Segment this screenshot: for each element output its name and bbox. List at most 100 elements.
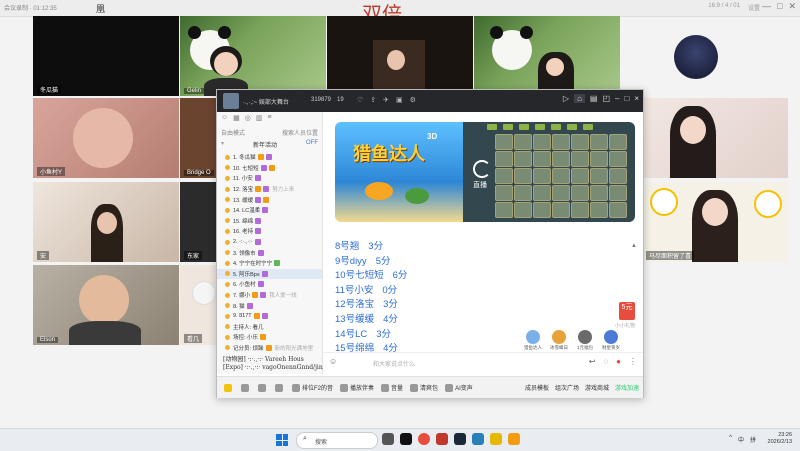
start-icon[interactable] bbox=[276, 434, 288, 446]
gift-item[interactable]: 猎鱼达人 bbox=[523, 330, 543, 351]
heart-icon[interactable]: ♡ bbox=[357, 96, 363, 104]
gamepad-icon[interactable]: ◰ bbox=[602, 94, 610, 103]
filter-mode[interactable]: 自由模式 bbox=[221, 128, 245, 138]
close-button[interactable]: ✕ bbox=[788, 1, 796, 12]
speaker-icon[interactable] bbox=[241, 383, 251, 392]
app-icon[interactable] bbox=[436, 433, 448, 445]
ai-voice-button[interactable]: AI变声 bbox=[445, 383, 473, 393]
accelerate-button[interactable]: 游戏加速 bbox=[615, 383, 639, 392]
member-name: 13. 缓缓 bbox=[233, 197, 254, 204]
video-tile[interactable]: 马尽面积留了喜 bbox=[642, 182, 788, 262]
comment-icon[interactable]: ◌ bbox=[603, 357, 608, 366]
member-item[interactable]: 记分员: 烦躁 新的阳光满地里 bbox=[217, 343, 322, 354]
image-icon[interactable]: ▦ bbox=[233, 114, 240, 126]
person-icon[interactable]: ☺ bbox=[221, 114, 228, 126]
chat-input[interactable]: 和大家说点什么 bbox=[373, 359, 415, 368]
task-view-icon[interactable] bbox=[382, 433, 394, 445]
queue-button[interactable]: 排位F2的音 bbox=[292, 383, 333, 393]
game-banner[interactable]: 猎鱼达人 3D 直播 bbox=[335, 122, 635, 222]
member-item[interactable]: 5. 阿乐Bps bbox=[217, 268, 322, 280]
browser-icon[interactable] bbox=[418, 433, 430, 445]
gift-more-label: 小小礼物 bbox=[614, 323, 635, 329]
member-item[interactable]: 10. 七短短 bbox=[217, 163, 322, 174]
replay-icon[interactable]: ▷ bbox=[563, 94, 569, 103]
layout-indicator[interactable]: 16:9 / 4 / 01 bbox=[708, 3, 740, 12]
member-item[interactable]: 14. LC温柔 bbox=[217, 205, 322, 216]
more-icon[interactable]: ⋮ bbox=[629, 357, 637, 366]
app-icon[interactable] bbox=[472, 433, 484, 445]
minimize-button[interactable]: — bbox=[762, 1, 771, 12]
gift-item[interactable]: 财星贺岁 bbox=[601, 330, 621, 351]
accompaniment-button[interactable]: 播放伴奏 bbox=[340, 383, 374, 393]
member-item[interactable]: 11. 小安 bbox=[217, 173, 322, 184]
tool-button[interactable] bbox=[224, 383, 234, 392]
member-item[interactable]: 3. 领像市 bbox=[217, 247, 322, 258]
ime-indicator[interactable]: 拼 bbox=[750, 435, 756, 444]
gift-item[interactable]: 1元福包 bbox=[575, 330, 595, 351]
mic-button[interactable] bbox=[258, 383, 268, 392]
member-item[interactable]: 9. 817T bbox=[217, 311, 322, 322]
game-icon[interactable]: ▤ bbox=[590, 94, 598, 103]
player-score: 5分 bbox=[375, 255, 391, 267]
volume-button[interactable]: 音量 bbox=[381, 383, 403, 393]
member-item[interactable]: 主持人: 看几 bbox=[217, 322, 322, 333]
language-indicator[interactable]: 中 bbox=[738, 435, 744, 444]
equalizer-icon[interactable] bbox=[275, 383, 285, 392]
share-icon[interactable]: ⇪ bbox=[370, 96, 376, 104]
member-item[interactable]: 15. 绵绵 bbox=[217, 216, 322, 227]
member-item[interactable]: 6. 小鱼村 bbox=[217, 279, 322, 290]
player-label: 8号翘 bbox=[335, 241, 360, 252]
minimize-window-button[interactable]: – bbox=[615, 94, 619, 103]
steam-icon[interactable] bbox=[454, 433, 466, 445]
maximize-button[interactable]: □ bbox=[777, 1, 782, 12]
room-avatar[interactable] bbox=[223, 93, 239, 109]
collapse-icon[interactable]: ▲ bbox=[631, 243, 637, 249]
member-item[interactable]: 7. 娜小 我人爱一线 bbox=[217, 290, 322, 301]
tray-chevron-icon[interactable]: ^ bbox=[729, 435, 732, 444]
shop-button[interactable]: 游戏商城 bbox=[585, 383, 609, 392]
plane-icon[interactable]: ✈ bbox=[383, 96, 389, 104]
app-icon[interactable] bbox=[508, 433, 520, 445]
gift-icon[interactable]: ▣ bbox=[396, 96, 403, 104]
grid-icon[interactable]: ▥ bbox=[256, 114, 263, 126]
member-item[interactable]: 场控: 小乐 bbox=[217, 332, 322, 343]
close-window-button[interactable]: × bbox=[634, 94, 639, 103]
settings-icon[interactable]: ⚙ bbox=[410, 96, 416, 104]
app-icon[interactable] bbox=[400, 433, 412, 445]
member-item[interactable]: 4. 宁宁在时宁宁 bbox=[217, 258, 322, 269]
avatar[interactable] bbox=[674, 35, 718, 79]
video-tile[interactable] bbox=[327, 16, 473, 96]
clock[interactable]: 23:26 2026/2/13 bbox=[768, 432, 792, 446]
template-button[interactable]: 成员模板 bbox=[525, 383, 549, 392]
mic-icon[interactable]: ● bbox=[616, 357, 621, 366]
member-item[interactable]: 12. 洛宝 努力上来 bbox=[217, 184, 322, 195]
maximize-window-button[interactable]: □ bbox=[624, 94, 629, 103]
video-tile[interactable]: Gelin bbox=[180, 16, 326, 96]
video-tile[interactable] bbox=[474, 16, 620, 96]
location-icon[interactable]: ◎ bbox=[245, 114, 251, 126]
taskbar-search[interactable]: ⌕ 搜索 bbox=[296, 432, 378, 449]
member-item[interactable]: 8. 猫 bbox=[217, 300, 322, 311]
video-tile[interactable]: 安 bbox=[33, 182, 179, 262]
plaza-button[interactable]: 组次广场 bbox=[555, 383, 579, 392]
member-item[interactable]: 2. ·:·.,·:· bbox=[217, 237, 322, 248]
home-icon[interactable]: ⌂ bbox=[574, 94, 585, 103]
member-item[interactable]: 13. 缓缓 bbox=[217, 194, 322, 205]
video-tile[interactable] bbox=[642, 98, 788, 178]
member-item[interactable]: 1. 冬瓜猫 bbox=[217, 152, 322, 163]
emoji-icon[interactable]: ☺ bbox=[329, 357, 337, 366]
voice-app-icon[interactable] bbox=[490, 433, 502, 445]
pack-button[interactable]: 清爽包 bbox=[410, 383, 438, 393]
section-header[interactable]: ▾ 新年活动 OFF bbox=[217, 138, 322, 152]
reply-icon[interactable]: ↩ bbox=[589, 357, 596, 366]
gift-item[interactable]: 冰雪峰日 bbox=[549, 330, 569, 351]
settings-button[interactable]: 设置 bbox=[748, 3, 760, 12]
list-icon[interactable]: ≡ bbox=[268, 114, 272, 126]
section-toggle[interactable]: OFF bbox=[306, 140, 318, 150]
video-tile[interactable]: 冬瓜猫 bbox=[33, 16, 179, 96]
red-packet-badge[interactable]: 5元 bbox=[619, 302, 635, 320]
member-item[interactable]: 16. 老持 bbox=[217, 226, 322, 237]
video-tile[interactable]: Elson bbox=[33, 265, 179, 345]
video-tile[interactable]: 小鱼村Y bbox=[33, 98, 179, 178]
search-hint[interactable]: 搜索人员位置 bbox=[282, 128, 318, 138]
